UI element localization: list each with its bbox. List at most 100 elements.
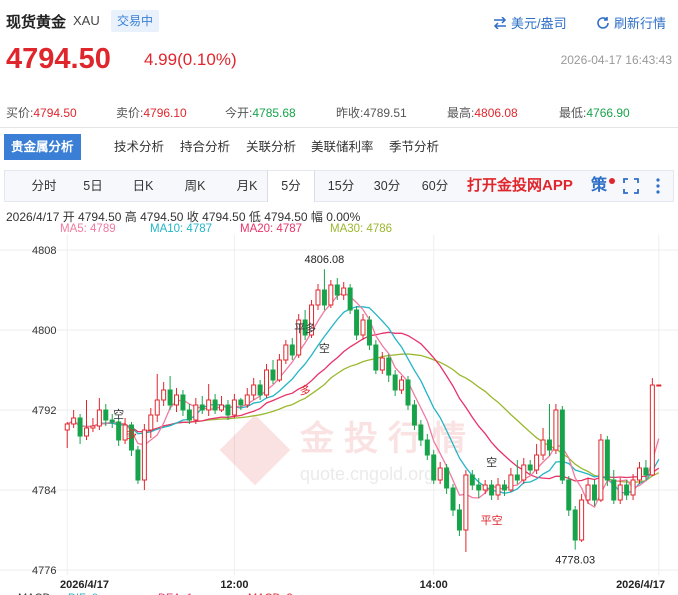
signal-marker: 平多 — [294, 321, 316, 335]
candle-body — [431, 454, 437, 481]
candle-body — [501, 484, 507, 491]
candle-body — [579, 499, 585, 541]
currency-toggle-label: 美元/盎司 — [511, 16, 567, 31]
candle-body — [649, 384, 655, 476]
candle-body — [315, 289, 321, 306]
candle-body — [392, 374, 398, 391]
open-label: 今开: — [225, 106, 253, 120]
candle-body — [379, 357, 385, 371]
period-tabs: 分时 5日 日K 周K 月K 5分 15分 30分 60分 打开金投网APP 策 — [4, 170, 674, 202]
tab-precious-metals[interactable]: 贵金属分析 — [4, 134, 81, 160]
buy-label: 买价: — [6, 106, 34, 120]
candle-body — [212, 399, 218, 411]
candle-body — [514, 474, 520, 481]
tab-monthly-k[interactable]: 月K — [227, 171, 267, 201]
candle-body — [154, 399, 160, 416]
fullscreen-icon[interactable] — [623, 178, 639, 194]
candle-body — [321, 289, 327, 306]
sell-value: 4796.10 — [143, 106, 187, 120]
open-price: 今开:4785.68 — [225, 104, 296, 121]
candle-body — [84, 427, 89, 437]
candle-body — [611, 479, 617, 501]
candle-body — [598, 439, 604, 501]
candle-body — [148, 414, 154, 431]
candle-body — [199, 404, 205, 411]
candle-body — [90, 425, 96, 429]
y-tick-label: 4808 — [32, 245, 56, 257]
candle-body — [604, 439, 610, 481]
strategy-icon[interactable]: 策 — [591, 171, 607, 201]
open-value: 4785.68 — [252, 106, 296, 120]
high-label: 最高: — [447, 106, 475, 120]
tab-daily-k[interactable]: 日K — [123, 171, 163, 201]
tab-correlation[interactable]: 关联分析 — [246, 134, 296, 160]
candle-body — [244, 394, 250, 406]
candle-body — [231, 399, 237, 416]
refresh-button[interactable]: 刷新行情 — [596, 13, 666, 32]
header: 现货黄金 XAU 交易中 美元/盎司 刷新行情 — [0, 0, 678, 40]
candle-body — [225, 404, 231, 416]
candle-body — [495, 484, 501, 496]
more-icon[interactable] — [655, 178, 661, 194]
tab-fed-rate[interactable]: 美联储利率 — [311, 134, 374, 160]
refresh-icon — [597, 16, 609, 29]
tab-timeshare[interactable]: 分时 — [25, 171, 63, 201]
candle-body — [328, 284, 334, 306]
candle-body — [341, 287, 347, 296]
candle-body — [238, 399, 244, 406]
tab-weekly-k[interactable]: 周K — [175, 171, 215, 201]
candle-body — [373, 344, 379, 371]
candle-body — [411, 404, 417, 426]
candle-body — [630, 479, 636, 496]
currency-toggle-button[interactable]: 美元/盎司 — [493, 13, 567, 32]
signal-marker: 多 — [300, 383, 311, 397]
buy-value: 4794.50 — [33, 106, 77, 120]
signal-marker: 多 — [126, 427, 137, 441]
high-price: 最高:4806.08 — [447, 104, 518, 121]
candle-body — [180, 394, 186, 411]
candle-body — [103, 409, 109, 421]
instrument-title: 现货黄金 — [6, 14, 67, 31]
candle-body — [283, 344, 289, 361]
candle-body — [585, 484, 591, 501]
candle-body — [186, 409, 192, 421]
candle-body — [347, 287, 353, 311]
quote-row: 买价:4794.50 卖价:4796.10 今开:4785.68 昨收:4789… — [0, 102, 678, 122]
open-app-link[interactable]: 打开金投网APP — [467, 171, 573, 201]
tab-5min[interactable]: 5分 — [267, 171, 315, 202]
buy-price: 买价:4794.50 — [6, 104, 77, 121]
candle-body — [637, 467, 642, 481]
candle-body — [540, 439, 546, 456]
tab-30min[interactable]: 30分 — [367, 171, 407, 201]
candle-body — [546, 439, 552, 451]
ma30-legend: MA30: 4786 — [330, 223, 393, 235]
candle-body — [424, 439, 430, 456]
tab-positions[interactable]: 持合分析 — [180, 134, 230, 160]
candle-body — [624, 484, 630, 496]
y-tick-label: 4776 — [32, 565, 56, 577]
high-annotation: 4806.08 — [305, 254, 345, 266]
tab-seasonal[interactable]: 季节分析 — [389, 134, 439, 160]
tab-5day[interactable]: 5日 — [75, 171, 111, 201]
prev-label: 昨收: — [336, 106, 364, 120]
candle-body — [566, 479, 572, 511]
tab-technical[interactable]: 技术分析 — [114, 134, 164, 160]
candle-body — [572, 509, 578, 541]
candle-body — [553, 409, 559, 451]
notification-dot — [609, 178, 615, 184]
candle-body — [444, 467, 450, 489]
low-price: 最低:4766.90 — [559, 104, 630, 121]
low-annotation: 4778.03 — [555, 555, 595, 567]
candle-body — [399, 379, 405, 391]
prev-value: 4789.51 — [363, 106, 407, 120]
candle-body — [116, 421, 122, 441]
tab-60min[interactable]: 60分 — [415, 171, 455, 201]
tab-15min[interactable]: 15分 — [321, 171, 361, 201]
ma20-legend: MA20: 4787 — [240, 223, 303, 235]
candle-body — [64, 423, 70, 431]
candle-body — [617, 484, 623, 501]
sell-label: 卖价: — [116, 106, 144, 120]
candle-body — [489, 484, 495, 496]
candle-body — [450, 487, 456, 511]
candle-body — [289, 344, 295, 356]
